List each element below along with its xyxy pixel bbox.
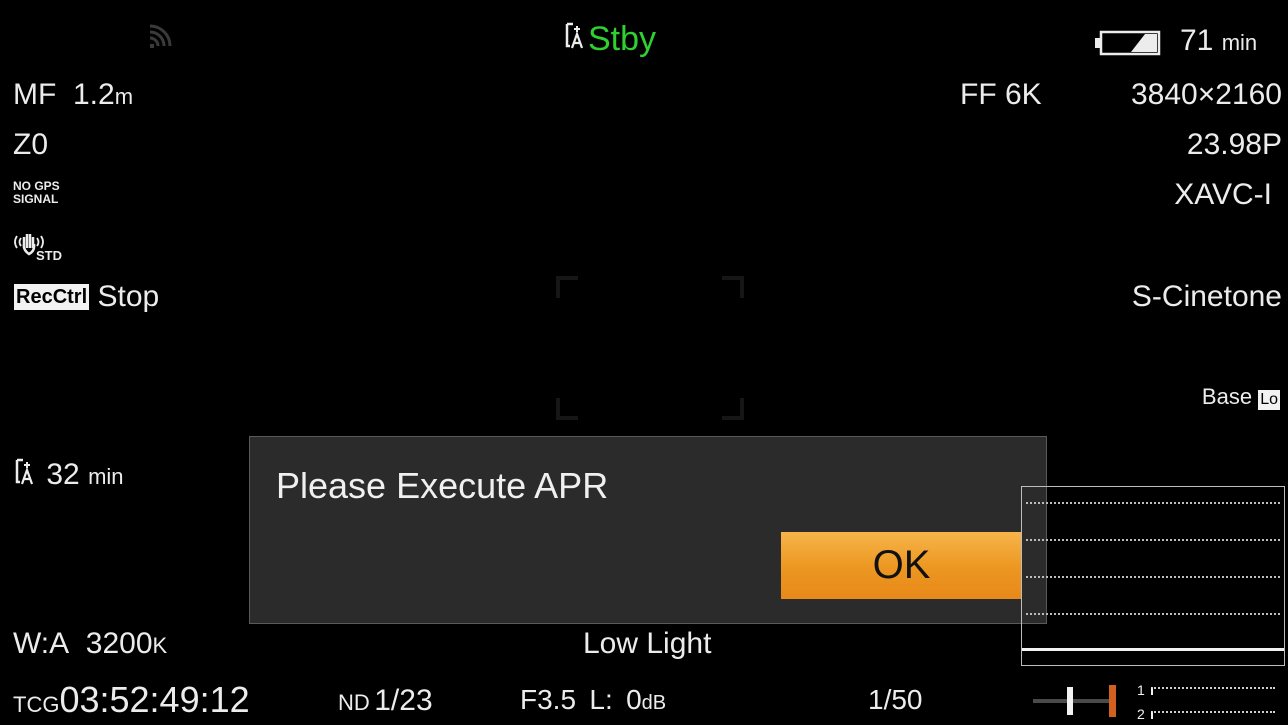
battery-unit: min: [1221, 30, 1258, 55]
meter-gridline: [1026, 539, 1280, 541]
white-balance-unit: K: [152, 633, 168, 658]
base-iso: Base Lo: [1202, 384, 1280, 410]
focus-readout: MF 1.2m: [13, 78, 133, 114]
focus-mode: MF: [13, 78, 57, 111]
sensor-mode: FF 6K: [960, 78, 1042, 111]
focus-unit: m: [114, 84, 134, 109]
focus-frame-corner-tl: [556, 276, 578, 298]
white-balance: W:A 3200K: [13, 627, 167, 663]
nd-label: ND: [338, 690, 370, 715]
meter-gridline: [1026, 613, 1280, 615]
timecode: TCG03:52:49:12: [13, 680, 250, 720]
audio-level-meter: [1021, 486, 1285, 666]
media-card-icon: [564, 22, 588, 50]
focus-frame-corner-tr: [722, 276, 744, 298]
audio-fader: [1033, 684, 1119, 723]
timecode-value: 03:52:49:12: [59, 679, 250, 720]
iris-value: F3.5: [520, 684, 577, 715]
media-remaining: 32 min: [14, 458, 124, 494]
audio-channel-1: 1: [1137, 682, 1275, 698]
nd-value: 1/23: [374, 684, 433, 717]
gain-value: 0: [626, 684, 642, 715]
rec-ctrl-value: Stop: [97, 280, 160, 313]
audio-ch2-label: 2: [1137, 706, 1145, 722]
meter-gridline: [1026, 502, 1280, 504]
low-light-warning: Low Light: [583, 627, 712, 660]
ok-button[interactable]: OK: [781, 532, 1022, 599]
shutter-speed: 1/50: [868, 684, 923, 715]
stabilizer-mode: STD: [36, 248, 62, 263]
battery-icon: [1093, 30, 1161, 61]
iris-gain: F3.5 L: 0dB: [520, 684, 666, 716]
rec-ctrl-badge: RecCtrl: [14, 284, 90, 310]
dialog-message: Please Execute APR: [276, 465, 609, 506]
frame-rate: 23.98P: [1186, 128, 1282, 161]
zoom-readout: Z0: [13, 128, 49, 161]
media-remaining-unit: min: [88, 464, 124, 489]
gps-line2: SIGNAL: [13, 192, 59, 206]
wifi-icon: [148, 24, 172, 55]
audio-channel-2: 2: [1137, 706, 1275, 722]
rec-control: RecCtrl Stop: [14, 280, 159, 314]
audio-ch1-bar: [1150, 687, 1275, 696]
battery-value: 71: [1180, 24, 1214, 57]
status-text: Stby: [588, 20, 657, 58]
picture-look: S-Cinetone: [1131, 280, 1282, 313]
focus-frame-corner-bl: [556, 398, 578, 420]
apr-dialog: Please Execute APR OK: [249, 436, 1047, 624]
codec: XAVC-I: [1174, 178, 1272, 211]
record-status: Stby: [564, 22, 656, 58]
timecode-label: TCG: [13, 692, 60, 717]
meter-gridline: [1026, 576, 1280, 578]
audio-ch2-bar: [1150, 711, 1275, 720]
base-badge: Lo: [1258, 390, 1280, 410]
media-remaining-value: 32: [46, 458, 80, 491]
gain-label: L:: [589, 684, 613, 715]
audio-ch1-label: 1: [1137, 682, 1145, 698]
gain-unit: dB: [641, 692, 667, 714]
white-balance-value: 3200: [85, 627, 153, 660]
media-card-icon: [14, 458, 38, 486]
focus-frame-corner-br: [722, 398, 744, 420]
battery-remaining: 71 min: [1180, 24, 1257, 60]
base-label: Base: [1201, 384, 1253, 409]
resolution: 3840×2160: [1131, 78, 1282, 111]
stabilizer-indicator: STD: [12, 230, 62, 265]
white-balance-label: W:A: [13, 627, 70, 660]
focus-distance: 1.2: [73, 78, 115, 111]
nd-filter: ND 1/23: [338, 684, 433, 718]
meter-baseline: [1022, 648, 1284, 651]
gps-status: NO GPS SIGNAL: [13, 180, 60, 206]
